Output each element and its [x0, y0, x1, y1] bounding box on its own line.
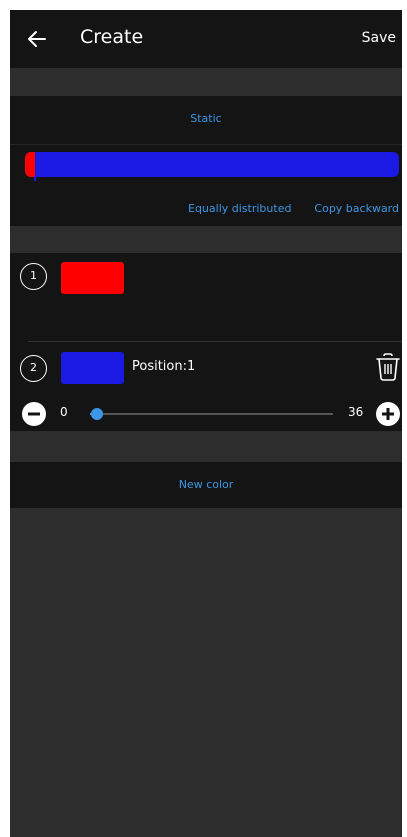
- new-color-button[interactable]: New color: [10, 478, 402, 491]
- color-list: 1 2 Position:1 0 36: [10, 253, 402, 431]
- color-index-1: 1: [20, 263, 47, 290]
- copy-backward-button[interactable]: Copy backward: [314, 202, 399, 215]
- position-label: Position:1: [132, 359, 196, 374]
- divider: [28, 341, 402, 342]
- gradient-segment-red: [25, 152, 35, 177]
- plus-circle-icon[interactable]: [376, 402, 400, 426]
- page-title: Create: [80, 26, 144, 48]
- position-slider[interactable]: [90, 408, 333, 420]
- top-bar: Create Save: [10, 10, 402, 68]
- slider-max-label: 36: [348, 405, 364, 419]
- minus-circle-icon[interactable]: [22, 402, 46, 426]
- gradient-card: Static Equally distributed Copy backward: [10, 96, 402, 226]
- app-screen: Create Save Static Equally distributed C…: [10, 10, 402, 837]
- trash-icon[interactable]: [374, 352, 402, 382]
- slider-min-label: 0: [60, 405, 68, 419]
- gradient-preview[interactable]: [25, 152, 399, 177]
- new-color-card: New color: [10, 462, 402, 508]
- arrow-left-icon[interactable]: [24, 26, 50, 52]
- color-index-2: 2: [20, 355, 47, 382]
- equally-distributed-button[interactable]: Equally distributed: [188, 202, 291, 215]
- divider: [10, 144, 402, 145]
- gradient-position-marker: [34, 176, 36, 181]
- mode-selector[interactable]: Static: [10, 112, 402, 125]
- save-button[interactable]: Save: [362, 30, 396, 46]
- slider-thumb[interactable]: [90, 408, 103, 420]
- color-swatch-1[interactable]: [61, 262, 124, 294]
- color-swatch-2[interactable]: [61, 352, 124, 384]
